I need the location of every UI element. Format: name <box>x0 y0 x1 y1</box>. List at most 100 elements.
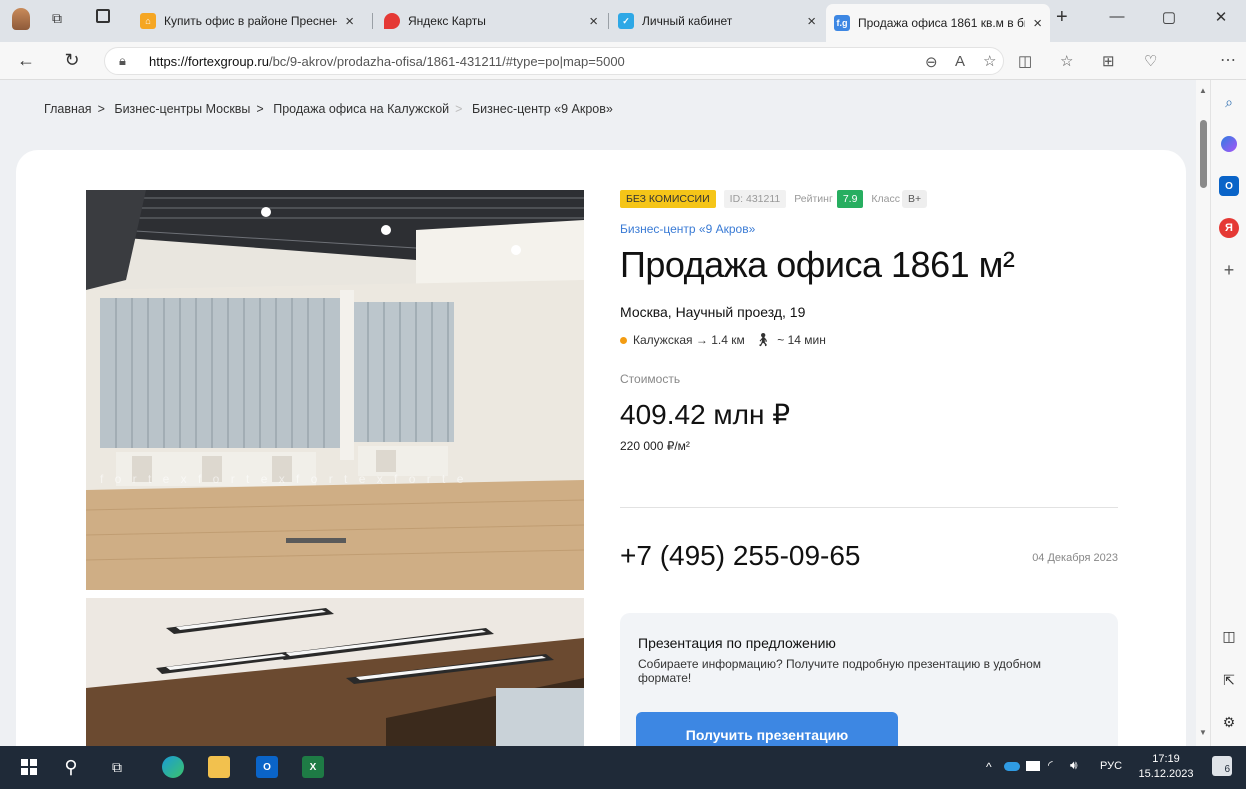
system-clock[interactable]: 17:19 15.12.2023 <box>1134 752 1198 782</box>
back-button[interactable]: ← <box>14 50 38 71</box>
close-tab-icon[interactable]: × <box>807 13 816 30</box>
breadcrumb-kaluzhskaya-link[interactable]: Продажа офиса на Калужской <box>273 102 449 116</box>
clock-time: 17:19 <box>1152 753 1180 765</box>
file-explorer-icon[interactable] <box>208 756 230 778</box>
scroll-thumb[interactable] <box>1200 120 1207 188</box>
favorites-icon[interactable]: ☆ <box>1060 52 1073 70</box>
new-tab-button[interactable]: + <box>1056 6 1068 29</box>
scroll-up-arrow[interactable]: ▲ <box>1199 86 1207 95</box>
clock-date: 15.12.2023 <box>1138 768 1194 780</box>
collections-icon[interactable]: ⊞ <box>1102 52 1115 70</box>
workspaces-icon[interactable]: ⧉ <box>52 10 62 27</box>
tab-yandex-maps[interactable]: Яндекс Карты × <box>376 6 606 36</box>
metro-info: Калужская → 1.4 км 🚶︎ ~ 14 мин <box>620 332 1120 348</box>
split-screen-icon[interactable]: ◫ <box>1018 52 1032 70</box>
listing-badges: БЕЗ КОМИССИИ ID: 431211 Рейтинг 7.9 Клас… <box>620 190 1120 208</box>
add-sidebar-app-icon[interactable]: + <box>1219 260 1239 280</box>
map-pin-icon <box>384 13 400 29</box>
office-ceiling-image <box>86 598 584 746</box>
fortex-favicon-icon: f.g <box>834 15 850 31</box>
volume-icon[interactable]: 🔊︎ <box>1070 758 1078 773</box>
wifi-icon[interactable]: ◜ <box>1048 758 1053 772</box>
windows-taskbar: ⚲ ⧉ O X ^ ◜ 🔊︎ РУС 17:19 15.12.2023 6 <box>0 746 1246 789</box>
minimize-button[interactable]: — <box>1102 8 1132 25</box>
lock-icon[interactable]: 🔒︎ <box>119 53 126 69</box>
edge-browser-icon[interactable] <box>162 756 184 778</box>
tab-personal-cabinet[interactable]: ✓ Личный кабинет × <box>610 6 824 36</box>
metro-distance: → 1.4 км <box>695 333 745 347</box>
task-view-icon[interactable]: ⧉ <box>106 756 128 778</box>
restore-button[interactable]: ▢ <box>1154 8 1184 26</box>
breadcrumb-home-link[interactable]: Главная <box>44 102 92 116</box>
presentation-block: Презентация по предложению Собираете инф… <box>620 613 1118 746</box>
onedrive-icon[interactable] <box>1004 762 1020 771</box>
address-bar[interactable]: 🔒︎ https://fortexgroup.ru/bc/9-akrov/pro… <box>104 47 1004 75</box>
office-photo-main[interactable]: f o r t e x f o r t e x f o r t e x f o … <box>86 190 584 590</box>
breadcrumb-separator: > <box>455 102 463 116</box>
zoom-icon[interactable]: ⊖ <box>925 53 938 71</box>
settings-gear-icon[interactable]: ⚙ <box>1219 712 1239 732</box>
scroll-down-arrow[interactable]: ▼ <box>1199 728 1207 737</box>
presentation-description: Собираете информацию? Получите подробную… <box>638 657 1042 685</box>
show-hidden-icons-chevron-icon[interactable]: ^ <box>986 760 992 774</box>
watermark: f o r t e x f o r t e x f o r t e x f o … <box>100 472 468 486</box>
tab-title: Продажа офиса 1861 кв.м в би <box>858 16 1026 30</box>
excel-icon[interactable]: X <box>302 756 324 778</box>
breadcrumb-separator: > <box>256 102 264 116</box>
phone-number[interactable]: +7 (495) 255-09-65 <box>620 540 861 572</box>
address-text: Москва, Научный проезд, 19 <box>620 304 806 320</box>
tab-title: Личный кабинет <box>642 14 733 28</box>
more-menu-icon[interactable]: ⋯ <box>1220 50 1236 70</box>
favorite-star-icon[interactable]: ☆ <box>983 52 996 70</box>
cost-label: Стоимость <box>620 372 681 386</box>
open-external-icon[interactable]: ⇱ <box>1219 670 1239 690</box>
rating-label: Рейтинг <box>794 193 833 205</box>
language-indicator[interactable]: РУС <box>1100 760 1122 772</box>
outlook-icon[interactable]: O <box>256 756 278 778</box>
search-icon[interactable]: ⚲ <box>60 756 82 778</box>
close-tab-icon[interactable]: × <box>589 13 598 30</box>
price: 409.42 млн ₽ <box>620 399 791 430</box>
copilot-icon[interactable] <box>1221 136 1237 152</box>
profile-avatar[interactable] <box>12 8 30 30</box>
close-window-button[interactable]: ✕ <box>1206 8 1236 26</box>
address-toolbar: ← ↻ 🔒︎ https://fortexgroup.ru/bc/9-akrov… <box>0 42 1246 80</box>
business-center-link[interactable]: Бизнес-центр «9 Акров» <box>620 222 1120 236</box>
hide-sidebar-icon[interactable]: ◫ <box>1219 626 1239 646</box>
browser-tab-strip: ⧉ ⌂ Купить офис в районе Преснен × Яндек… <box>0 0 1246 42</box>
metro-station: Калужская <box>633 333 693 347</box>
price-per-m2: 220 000 ₽/м² <box>620 439 690 453</box>
tab-pressen-office[interactable]: ⌂ Купить офис в районе Преснен × <box>132 6 362 36</box>
outlook-icon[interactable]: O <box>1219 176 1239 196</box>
search-icon[interactable]: ⌕ <box>1219 92 1239 112</box>
office-photo-secondary[interactable] <box>86 598 584 746</box>
battery-icon[interactable] <box>1026 761 1040 771</box>
divider <box>620 507 1118 508</box>
refresh-button[interactable]: ↻ <box>60 50 84 71</box>
listing-card: f o r t e x f o r t e x f o r t e x f o … <box>16 150 1186 746</box>
page-scrollbar[interactable]: ▲ ▼ <box>1196 80 1210 746</box>
get-presentation-button[interactable]: Получить презентацию <box>636 712 898 746</box>
close-tab-icon[interactable]: × <box>1033 15 1042 32</box>
edge-sidebar: ⌕ O Я + ◫ ⇱ ⚙ <box>1210 80 1246 746</box>
url-text[interactable]: https://fortexgroup.ru/bc/9-akrov/prodaz… <box>149 54 625 69</box>
browser-essentials-icon[interactable]: ♡ <box>1144 52 1157 70</box>
class-label: Класс <box>871 193 901 205</box>
notifications-icon[interactable]: 6 <box>1212 756 1232 776</box>
tab-office-sale[interactable]: f.g Продажа офиса 1861 кв.м в би × <box>826 4 1050 42</box>
tab-actions-icon[interactable] <box>96 9 110 23</box>
class-badge: B+ <box>902 190 928 208</box>
breadcrumb: Главная > Бизнес-центры Москвы > Продажа о… <box>44 102 619 116</box>
notification-count: 6 <box>1224 764 1230 775</box>
tab-title: Купить офис в районе Преснен <box>164 14 338 28</box>
close-tab-icon[interactable]: × <box>345 13 354 30</box>
read-aloud-icon[interactable]: A <box>955 53 965 70</box>
yandex-icon[interactable]: Я <box>1219 218 1239 238</box>
rating-badge: 7.9 <box>836 190 864 208</box>
breadcrumb-bc-moscow-link[interactable]: Бизнес-центры Москвы <box>114 102 250 116</box>
url-domain: https://fortexgroup.ru <box>149 54 269 69</box>
windows-start-icon[interactable] <box>18 756 40 778</box>
office-interior-image <box>86 190 584 590</box>
presentation-title: Презентация по предложению <box>638 635 836 651</box>
breadcrumb-current: Бизнес-центр «9 Акров» <box>471 102 613 116</box>
